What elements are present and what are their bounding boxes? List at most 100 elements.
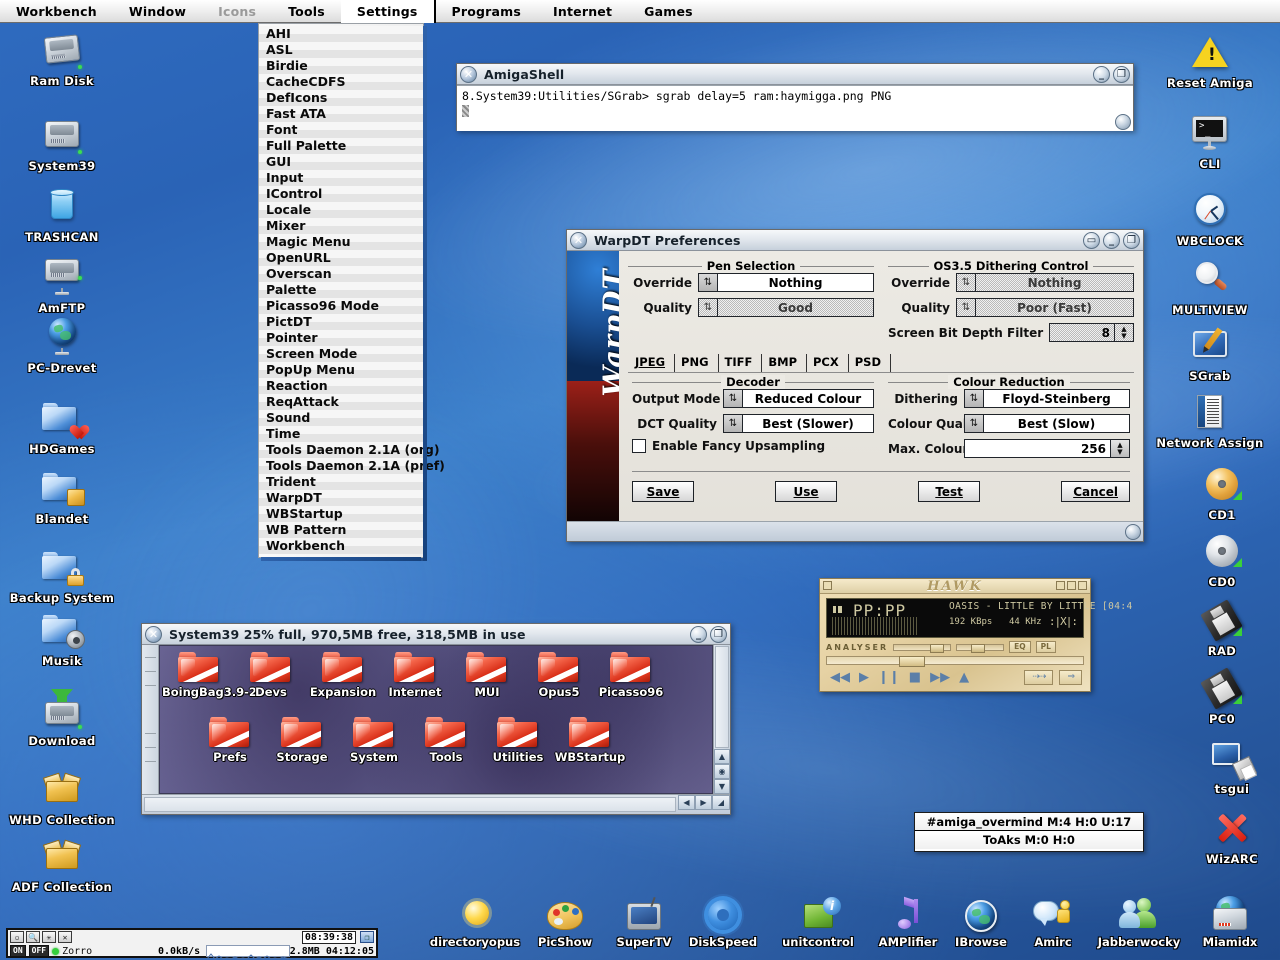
settings-menu-item[interactable]: Magic Menu [259, 234, 423, 250]
settings-menu-item[interactable]: WBStartup [259, 506, 423, 522]
scroll-left-icon[interactable]: ◀ [678, 795, 695, 810]
desktop-icon[interactable]: CD1 [1162, 464, 1280, 522]
drawer-item[interactable]: Tools [409, 717, 483, 764]
zoom-icon[interactable]: ❐ [1113, 66, 1130, 83]
drawer-item[interactable]: Picasso96 [594, 652, 668, 699]
tab-psd[interactable]: PSD [848, 354, 888, 371]
close-icon[interactable]: ✕ [145, 626, 162, 643]
drawer-item[interactable]: Prefs [193, 717, 267, 764]
settings-menu-item[interactable]: GUI [259, 154, 423, 170]
cycle-arrow-icon[interactable]: ⇅ [965, 415, 984, 432]
dock-icon[interactable]: Amirc [1003, 896, 1103, 949]
dock-icon[interactable]: Miamidx [1180, 896, 1280, 949]
warpdt-titlebar[interactable]: ✕ WarpDT Preferences ▭ _ ❐ [567, 230, 1143, 251]
settings-menu-item[interactable]: WarpDT [259, 490, 423, 506]
cycle-arrow-icon[interactable]: ⇅ [965, 390, 984, 407]
settings-menu-item[interactable]: Font [259, 122, 423, 138]
settings-menu-item[interactable]: PopUp Menu [259, 362, 423, 378]
play-icon[interactable]: ▶ [859, 671, 869, 684]
drawer-item[interactable]: Opus5 [522, 652, 596, 699]
scroll-right-icon[interactable]: ▶ [695, 795, 712, 810]
desktop-icon[interactable]: RAD [1162, 600, 1280, 658]
settings-menu-item[interactable]: Workbench [259, 538, 423, 554]
desktop-icon[interactable]: Network Assign [1150, 392, 1270, 450]
stop-icon[interactable]: ■ [909, 671, 921, 684]
pen-override-cycle[interactable]: ⇅ Nothing [698, 273, 874, 292]
desktop-icon[interactable]: ADF Collection [2, 836, 122, 894]
settings-menu-item[interactable]: AHI [259, 26, 423, 42]
tab-jpeg[interactable]: JPEG [628, 354, 672, 371]
desktop-icon[interactable]: tsgui [1172, 738, 1280, 796]
fancy-upsampling-row[interactable]: Enable Fancy Upsampling [632, 439, 874, 453]
drawer-item[interactable]: Internet [378, 652, 452, 699]
next-icon[interactable]: ▶▶ [930, 671, 950, 684]
desktop-icon[interactable]: Blandet [2, 468, 122, 526]
desktop-icon[interactable]: !Reset Amiga [1150, 32, 1270, 90]
cycle-arrow-icon[interactable]: ⇅ [957, 299, 976, 316]
settings-menu-item[interactable]: Mixer [259, 218, 423, 234]
desktop-icon[interactable]: Musik [2, 610, 122, 668]
settings-menu-item[interactable]: Reaction [259, 378, 423, 394]
menu-programs[interactable]: Programs [436, 0, 538, 23]
pen-quality-cycle[interactable]: ⇅ Good [698, 298, 874, 317]
hawk-minimize-icon[interactable] [1067, 581, 1076, 590]
desktop-icon[interactable]: CLI [1150, 113, 1270, 171]
hawk-titlebar[interactable]: HAWK [820, 579, 1090, 594]
eject-icon[interactable]: ▲ [959, 671, 969, 684]
dithering-cycle[interactable]: ⇅ Floyd-Steinberg [964, 389, 1130, 408]
max-colours-stepper[interactable]: ▲▼ [1111, 439, 1130, 458]
dock-icon[interactable]: DiskSpeed [673, 896, 773, 949]
tab-png[interactable]: PNG [674, 354, 716, 371]
close-icon[interactable]: ✕ [460, 66, 477, 83]
pause-icon[interactable]: ❙❙ [878, 671, 900, 684]
settings-menu-item[interactable]: Full Palette [259, 138, 423, 154]
iconify-icon[interactable]: ▭ [1083, 232, 1100, 249]
tab-bmp[interactable]: BMP [761, 354, 804, 371]
dock-icon[interactable]: iunitcontrol [768, 896, 868, 949]
test-button[interactable]: Test [918, 481, 980, 502]
menu-internet[interactable]: Internet [537, 0, 628, 23]
desktop-icon[interactable]: WHD Collection [2, 769, 122, 827]
drawer-item[interactable]: Utilities [481, 717, 555, 764]
scroll-up-icon[interactable]: ▲ [714, 749, 730, 764]
settings-menu-item[interactable]: Fast ATA [259, 106, 423, 122]
cycle-arrow-icon[interactable]: ⇅ [724, 390, 743, 407]
close-icon[interactable]: ✕ [58, 931, 72, 943]
scrollbar-track[interactable] [715, 646, 729, 748]
dct-quality-cycle[interactable]: ⇅ Best (Slower) [723, 414, 874, 433]
desktop-icon[interactable]: Backup System [2, 547, 122, 605]
tab-pcx[interactable]: PCX [806, 354, 846, 371]
desktop-icon[interactable]: System39 [2, 115, 122, 173]
settings-menu-item[interactable]: Pointer [259, 330, 423, 346]
settings-menu-item[interactable]: Input [259, 170, 423, 186]
scroll-down-icon[interactable]: ▼ [714, 779, 730, 794]
hawk-menu-icon[interactable] [823, 581, 832, 590]
status-window-button[interactable]: ❐ [360, 931, 374, 943]
settings-menu-item[interactable]: PictDT [259, 314, 423, 330]
desktop-icon[interactable]: SGrab [1150, 325, 1270, 383]
drawer-item[interactable]: Devs [234, 652, 308, 699]
shuffle-icon[interactable]: ⇢⇢ [1024, 670, 1053, 685]
menu-workbench[interactable]: Workbench [0, 0, 113, 23]
drawer-item[interactable]: BoingBag3.9-2 [162, 652, 236, 699]
tab-tiff[interactable]: TIFF [718, 354, 760, 371]
menu-window[interactable]: Window [113, 0, 202, 23]
desktop-icon[interactable]: CD0 [1162, 531, 1280, 589]
settings-menu-item[interactable]: WB Pattern [259, 522, 423, 538]
settings-menu-item[interactable]: DefIcons [259, 90, 423, 106]
settings-icon[interactable]: ✳ [42, 931, 56, 943]
minimize-icon[interactable]: _ [1103, 232, 1120, 249]
desktop-icon[interactable]: HDGames [2, 398, 122, 456]
irc-nick-line[interactable]: ToAks M:0 H:0 [915, 831, 1143, 849]
hawk-seek-slider[interactable] [826, 656, 1084, 665]
cycle-arrow-icon[interactable]: ⇅ [724, 415, 743, 432]
cancel-button[interactable]: Cancel [1061, 481, 1130, 502]
hawk-iconify-icon[interactable] [1056, 581, 1065, 590]
settings-menu-item[interactable]: Trident [259, 474, 423, 490]
irc-channel-line[interactable]: #amiga_overmind M:4 H:0 U:17 [915, 813, 1143, 831]
cycle-arrow-icon[interactable]: ⇅ [699, 299, 718, 316]
settings-menu-item[interactable]: IControl [259, 186, 423, 202]
settings-menu-item[interactable]: Tools Daemon 2.1A (pref) [259, 458, 423, 474]
vertical-scrollbar[interactable]: ▲ ◉ ▼ [713, 645, 730, 794]
scroll-knob-icon[interactable]: ◉ [714, 764, 730, 779]
